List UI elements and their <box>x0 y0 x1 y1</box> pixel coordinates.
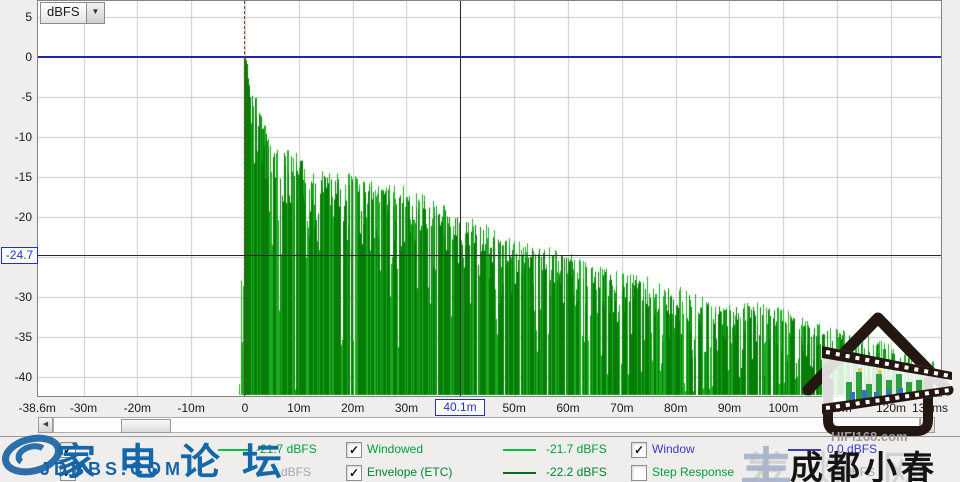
window-label[interactable]: Window <box>652 441 695 457</box>
x-tick-label: 110m <box>807 400 867 416</box>
impulse-analyzer-window: dBFS ▼ 50-5-10-15-20-30-35-40 -38.6m-30m… <box>0 0 960 482</box>
y-tick-label: -10 <box>0 129 32 145</box>
x-tick-label: 60m <box>538 400 598 416</box>
y-tick-label: -35 <box>0 329 32 345</box>
checkmark-icon: ✓ <box>349 443 359 457</box>
scroll-right-icon: ▶ <box>925 421 930 428</box>
x-tick-label: 30m <box>376 400 436 416</box>
checkmark-icon: ✓ <box>349 466 359 480</box>
y-tick-label: -20 <box>0 209 32 225</box>
checkmark-icon: ✓ <box>634 443 644 457</box>
y-tick-label: 0 <box>0 49 32 65</box>
y-tick-label: -30 <box>0 289 32 305</box>
scroll-right-button[interactable]: ▶ <box>920 417 935 433</box>
x-tick-label: 20m <box>323 400 383 416</box>
windowed-swatch <box>503 449 536 451</box>
x-tick-label: 80m <box>646 400 706 416</box>
x-tick-label: -20m <box>107 400 167 416</box>
unit-label-left: dBFS <box>281 464 311 480</box>
y-tick-label: -15 <box>0 169 32 185</box>
x-tick-label: 100m <box>753 400 813 416</box>
x-tick-label: 70m <box>592 400 652 416</box>
checkmark-icon: ✓ <box>63 443 73 457</box>
cursor-horizontal-line <box>38 255 941 256</box>
zero-dbfs-line <box>38 56 941 58</box>
impulse-reference-line <box>244 1 245 396</box>
checkmark-icon: ✓ <box>63 466 73 480</box>
chevron-down-icon[interactable]: ▼ <box>86 3 104 23</box>
envelope-swatch <box>503 472 536 474</box>
unit-dropdown-value: dBFS <box>41 3 86 23</box>
windowed-left-swatch <box>218 449 251 451</box>
envelope-checkbox[interactable]: ✓ <box>346 465 362 481</box>
cursor-vertical-line <box>460 1 461 396</box>
x-tick-label: 0 <box>215 400 275 416</box>
scroll-left-icon: ◀ <box>43 421 48 428</box>
window-swatch <box>788 449 821 451</box>
etc-plot-canvas[interactable] <box>38 1 941 396</box>
y-tick-label: 5 <box>0 9 32 25</box>
y-axis: 5 0 -5 -10 -15 -20 -30 -35 -40 <box>0 0 37 397</box>
windowed-left-value: -21.7 dBFS <box>256 441 317 457</box>
windowed-value: -21.7 dBFS <box>546 441 607 457</box>
x-tick-label: 10m <box>269 400 329 416</box>
x-tick-label: 130ms <box>900 400 960 416</box>
unit-label-right: dBFS <box>845 464 875 480</box>
cursor-time-readout: 40.1m <box>435 399 485 416</box>
x-tick-label: -10m <box>161 400 221 416</box>
cursor-level-readout: -24.7 <box>1 247 38 264</box>
unit-dropdown[interactable]: dBFS ▼ <box>40 2 105 24</box>
windowed-checkbox[interactable]: ✓ <box>346 442 362 458</box>
x-tick-label: -30m <box>54 400 114 416</box>
window-checkbox[interactable]: ✓ <box>631 442 647 458</box>
legend-checkbox-row2[interactable]: ✓ <box>60 465 76 481</box>
legend-checkbox-impulse[interactable]: ✓ <box>60 442 76 458</box>
x-tick-label: 50m <box>484 400 544 416</box>
scrollbar-track[interactable] <box>53 417 920 433</box>
x-tick-label: 90m <box>699 400 759 416</box>
window-value: 0.0 dBFS <box>827 441 877 457</box>
envelope-value: -22.2 dBFS <box>546 464 607 480</box>
step-response-label[interactable]: Step Response <box>652 464 734 480</box>
step-response-checkbox[interactable] <box>631 465 647 481</box>
y-tick-label: -5 <box>0 89 32 105</box>
horizontal-scrollbar[interactable]: ◀ ▶ <box>38 417 935 433</box>
y-tick-label: -40 <box>0 369 32 385</box>
scroll-left-button[interactable]: ◀ <box>38 417 53 433</box>
envelope-label[interactable]: Envelope (ETC) <box>367 464 452 480</box>
plot-area <box>37 0 942 397</box>
scrollbar-thumb[interactable] <box>121 419 171 433</box>
windowed-label[interactable]: Windowed <box>367 441 423 457</box>
legend-panel: ✓ -21.7 dBFS ✓ Windowed -21.7 dBFS ✓ Win… <box>0 436 960 482</box>
